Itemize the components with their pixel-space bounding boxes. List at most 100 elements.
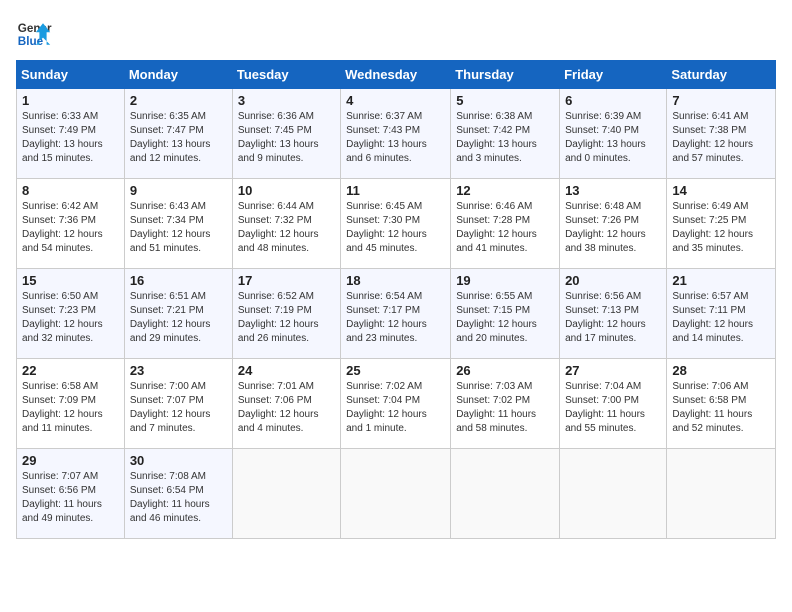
empty-cell [341,449,451,539]
weekday-header: Wednesday [341,61,451,89]
cell-day-number: 27 [565,363,661,378]
calendar-cell: 17Sunrise: 6:52 AMSunset: 7:19 PMDayligh… [232,269,340,359]
cell-day-number: 18 [346,273,445,288]
calendar-cell: 23Sunrise: 7:00 AMSunset: 7:07 PMDayligh… [124,359,232,449]
calendar-cell: 26 Sunrise: 7:03 AMSunset: 7:02 PMDayligh… [451,359,560,449]
cell-info: Sunrise: 6:45 AMSunset: 7:30 PMDaylight:… [346,200,445,256]
calendar-cell: 28 Sunrise: 7:06 AMSunset: 6:58 PMDayligh… [667,359,776,449]
calendar-week-row: 22 Sunrise: 6:58 AMSunset: 7:09 PMDayligh… [17,359,776,449]
cell-day-number: 25 [346,363,445,378]
cell-info: Sunrise: 6:49 AMSunset: 7:25 PMDaylight:… [672,200,770,256]
cell-day-number: 3 [238,93,335,108]
calendar-week-row: 15 Sunrise: 6:50 AMSunset: 7:23 PMDayligh… [17,269,776,359]
calendar-cell: 22 Sunrise: 6:58 AMSunset: 7:09 PMDayligh… [17,359,125,449]
cell-info: Sunrise: 6:52 AMSunset: 7:19 PMDaylight:… [238,290,335,346]
calendar-cell: 21 Sunrise: 6:57 AMSunset: 7:11 PMDayligh… [667,269,776,359]
calendar-week-row: 8 Sunrise: 6:42 AMSunset: 7:36 PMDaylight… [17,179,776,269]
cell-day-number: 29 [22,453,119,468]
cell-day-number: 28 [672,363,770,378]
calendar-cell: 14 Sunrise: 6:49 AMSunset: 7:25 PMDayligh… [667,179,776,269]
cell-info: Sunrise: 6:57 AMSunset: 7:11 PMDaylight:… [672,290,770,346]
cell-info: Sunrise: 6:36 AMSunset: 7:45 PMDaylight:… [238,110,335,166]
cell-info: Sunrise: 7:06 AMSunset: 6:58 PMDaylight:… [672,380,770,436]
calendar-cell: 3 Sunrise: 6:36 AMSunset: 7:45 PMDaylight… [232,89,340,179]
cell-info: Sunrise: 7:03 AMSunset: 7:02 PMDaylight:… [456,380,554,436]
cell-info: Sunrise: 6:33 AMSunset: 7:49 PMDaylight:… [22,110,119,166]
calendar-cell: 27Sunrise: 7:04 AMSunset: 7:00 PMDayligh… [560,359,667,449]
calendar-cell: 15 Sunrise: 6:50 AMSunset: 7:23 PMDayligh… [17,269,125,359]
calendar-cell: 4 Sunrise: 6:37 AMSunset: 7:43 PMDaylight… [341,89,451,179]
weekday-header: Saturday [667,61,776,89]
calendar-cell: 25 Sunrise: 7:02 AMSunset: 7:04 PMDayligh… [341,359,451,449]
cell-day-number: 1 [22,93,119,108]
empty-cell [560,449,667,539]
cell-info: Sunrise: 6:43 AMSunset: 7:34 PMDaylight:… [130,200,227,256]
calendar-cell: 9 Sunrise: 6:43 AMSunset: 7:34 PMDaylight… [124,179,232,269]
cell-day-number: 21 [672,273,770,288]
cell-day-number: 8 [22,183,119,198]
logo-icon: General Blue [16,16,52,52]
cell-info: Sunrise: 6:38 AMSunset: 7:42 PMDaylight:… [456,110,554,166]
calendar-cell: 6 Sunrise: 6:39 AMSunset: 7:40 PMDaylight… [560,89,667,179]
calendar-cell: 12 Sunrise: 6:46 AMSunset: 7:28 PMDayligh… [451,179,560,269]
calendar-cell: 7 Sunrise: 6:41 AMSunset: 7:38 PMDaylight… [667,89,776,179]
cell-info: Sunrise: 6:39 AMSunset: 7:40 PMDaylight:… [565,110,661,166]
cell-day-number: 7 [672,93,770,108]
cell-day-number: 12 [456,183,554,198]
weekday-header: Thursday [451,61,560,89]
calendar-cell: 29Sunrise: 7:07 AMSunset: 6:56 PMDayligh… [17,449,125,539]
cell-info: Sunrise: 6:37 AMSunset: 7:43 PMDaylight:… [346,110,445,166]
cell-info: Sunrise: 6:41 AMSunset: 7:38 PMDaylight:… [672,110,770,166]
calendar-cell: 18 Sunrise: 6:54 AMSunset: 7:17 PMDayligh… [341,269,451,359]
calendar-week-row: 1 Sunrise: 6:33 AMSunset: 7:49 PMDaylight… [17,89,776,179]
calendar-cell: 8 Sunrise: 6:42 AMSunset: 7:36 PMDaylight… [17,179,125,269]
cell-info: Sunrise: 6:58 AMSunset: 7:09 PMDaylight:… [22,380,119,436]
cell-info: Sunrise: 7:08 AMSunset: 6:54 PMDaylight:… [130,470,227,526]
calendar-cell: 19 Sunrise: 6:55 AMSunset: 7:15 PMDayligh… [451,269,560,359]
weekday-header: Monday [124,61,232,89]
calendar-cell: 16 Sunrise: 6:51 AMSunset: 7:21 PMDayligh… [124,269,232,359]
cell-day-number: 19 [456,273,554,288]
cell-info: Sunrise: 6:56 AMSunset: 7:13 PMDaylight:… [565,290,661,346]
calendar-cell: 1 Sunrise: 6:33 AMSunset: 7:49 PMDaylight… [17,89,125,179]
header: General Blue [16,16,776,52]
cell-day-number: 6 [565,93,661,108]
empty-cell [451,449,560,539]
cell-day-number: 11 [346,183,445,198]
cell-day-number: 9 [130,183,227,198]
calendar-week-row: 29Sunrise: 7:07 AMSunset: 6:56 PMDayligh… [17,449,776,539]
calendar-cell: 13 Sunrise: 6:48 AMSunset: 7:26 PMDayligh… [560,179,667,269]
cell-info: Sunrise: 6:42 AMSunset: 7:36 PMDaylight:… [22,200,119,256]
cell-info: Sunrise: 6:54 AMSunset: 7:17 PMDaylight:… [346,290,445,346]
cell-day-number: 4 [346,93,445,108]
calendar: SundayMondayTuesdayWednesdayThursdayFrid… [16,60,776,539]
empty-cell [232,449,340,539]
empty-cell [667,449,776,539]
cell-day-number: 5 [456,93,554,108]
cell-day-number: 15 [22,273,119,288]
cell-day-number: 16 [130,273,227,288]
weekday-header: Tuesday [232,61,340,89]
cell-day-number: 14 [672,183,770,198]
cell-info: Sunrise: 6:44 AMSunset: 7:32 PMDaylight:… [238,200,335,256]
cell-info: Sunrise: 6:46 AMSunset: 7:28 PMDaylight:… [456,200,554,256]
cell-info: Sunrise: 6:55 AMSunset: 7:15 PMDaylight:… [456,290,554,346]
cell-info: Sunrise: 7:02 AMSunset: 7:04 PMDaylight:… [346,380,445,436]
cell-info: Sunrise: 6:51 AMSunset: 7:21 PMDaylight:… [130,290,227,346]
cell-day-number: 13 [565,183,661,198]
logo: General Blue [16,16,52,52]
calendar-cell: 20Sunrise: 6:56 AMSunset: 7:13 PMDayligh… [560,269,667,359]
cell-day-number: 30 [130,453,227,468]
calendar-cell: 11 Sunrise: 6:45 AMSunset: 7:30 PMDayligh… [341,179,451,269]
calendar-cell: 30 Sunrise: 7:08 AMSunset: 6:54 PMDayligh… [124,449,232,539]
calendar-cell: 24 Sunrise: 7:01 AMSunset: 7:06 PMDayligh… [232,359,340,449]
cell-day-number: 22 [22,363,119,378]
cell-info: Sunrise: 7:00 AMSunset: 7:07 PMDaylight:… [130,380,227,436]
cell-day-number: 26 [456,363,554,378]
cell-info: Sunrise: 6:50 AMSunset: 7:23 PMDaylight:… [22,290,119,346]
calendar-cell: 10Sunrise: 6:44 AMSunset: 7:32 PMDayligh… [232,179,340,269]
cell-info: Sunrise: 6:48 AMSunset: 7:26 PMDaylight:… [565,200,661,256]
cell-day-number: 24 [238,363,335,378]
cell-info: Sunrise: 7:01 AMSunset: 7:06 PMDaylight:… [238,380,335,436]
weekday-header: Sunday [17,61,125,89]
